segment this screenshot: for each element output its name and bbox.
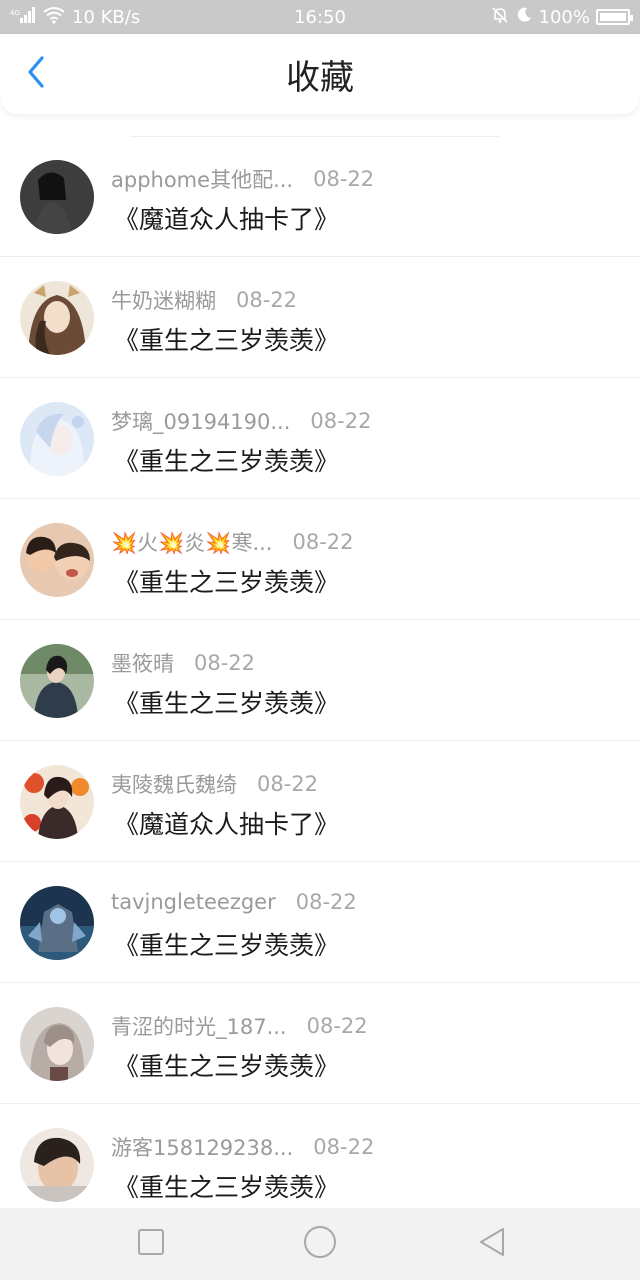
story-title[interactable]: 《重生之三岁羡羡》 (114, 442, 339, 478)
user-name[interactable]: 💥火💥炎💥寒... (111, 527, 272, 557)
triangle-back-icon (477, 1226, 507, 1262)
moon-icon (515, 6, 533, 29)
back-nav-button[interactable] (472, 1224, 512, 1264)
signal-icon: 4G (10, 6, 36, 29)
header: 收藏 (0, 34, 640, 114)
avatar[interactable] (20, 281, 94, 355)
avatar[interactable] (20, 1128, 94, 1202)
story-title[interactable]: 《魔道众人抽卡了》 (114, 805, 339, 841)
net-speed: 10 KB/s (72, 6, 141, 28)
page-title: 收藏 (286, 57, 354, 98)
story-title[interactable]: 《重生之三岁羡羡》 (114, 926, 339, 962)
story-title[interactable]: 《重生之三岁羡羡》 (114, 684, 339, 720)
user-name[interactable]: 游客158129238... (111, 1132, 293, 1162)
story-title[interactable]: 《魔道众人抽卡了》 (114, 200, 339, 236)
list-item[interactable]: 青涩的时光_187... 08-22 《重生之三岁羡羡》 (0, 983, 640, 1104)
home-button[interactable] (300, 1224, 340, 1264)
story-title[interactable]: 《重生之三岁羡羡》 (114, 1168, 339, 1204)
user-name[interactable]: apphome其他配... (111, 164, 293, 194)
list-item[interactable]: 牛奶迷糊糊 08-22 《重生之三岁羡羡》 (0, 257, 640, 378)
user-name[interactable]: 青涩的时光_187... (111, 1011, 287, 1041)
user-name[interactable]: 梦璃_09194190... (111, 406, 290, 436)
recent-apps-button[interactable] (131, 1224, 171, 1264)
list-item[interactable]: 梦璃_09194190... 08-22 《重生之三岁羡羡》 (0, 378, 640, 499)
circle-icon (302, 1224, 338, 1264)
svg-text:4G: 4G (10, 9, 20, 17)
user-name[interactable]: 牛奶迷糊糊 (111, 285, 216, 315)
date: 08-22 (257, 772, 319, 796)
bell-off-icon (491, 6, 509, 29)
date: 08-22 (292, 530, 354, 554)
favorites-list: apphome其他配... 08-22 《魔道众人抽卡了》 牛奶迷糊糊 08-2… (0, 136, 640, 1208)
story-title[interactable]: 《重生之三岁羡羡》 (114, 321, 339, 357)
story-title[interactable]: 《重生之三岁羡羡》 (114, 563, 339, 599)
avatar[interactable] (20, 160, 94, 234)
story-title[interactable]: 《重生之三岁羡羡》 (114, 1047, 339, 1083)
status-time: 16:50 (294, 6, 346, 28)
square-icon (137, 1228, 165, 1260)
date: 08-22 (236, 288, 298, 312)
user-name[interactable]: 墨筱晴 (111, 648, 174, 678)
list-item[interactable]: apphome其他配... 08-22 《魔道众人抽卡了》 (0, 136, 640, 257)
date: 08-22 (313, 1135, 375, 1159)
date: 08-22 (313, 167, 375, 191)
list-item[interactable]: 夷陵魏氏魏绮 08-22 《魔道众人抽卡了》 (0, 741, 640, 862)
list-item[interactable]: tavjngleteezger 08-22 《重生之三岁羡羡》 (0, 862, 640, 983)
wifi-icon (42, 6, 66, 29)
date: 08-22 (310, 409, 372, 433)
navigation-bar (0, 1208, 640, 1280)
avatar[interactable] (20, 1007, 94, 1081)
avatar[interactable] (20, 765, 94, 839)
date: 08-22 (306, 1014, 368, 1038)
list-item[interactable]: 墨筱晴 08-22 《重生之三岁羡羡》 (0, 620, 640, 741)
avatar[interactable] (20, 523, 94, 597)
status-bar: 4G 10 KB/s 16:50 100% (0, 0, 640, 34)
avatar[interactable] (20, 886, 94, 960)
user-name[interactable]: tavjngleteezger (111, 890, 276, 914)
user-name[interactable]: 夷陵魏氏魏绮 (111, 769, 237, 799)
battery-percent: 100% (538, 6, 590, 28)
date: 08-22 (295, 890, 357, 914)
list-item[interactable]: 游客158129238... 08-22 《重生之三岁羡羡》 (0, 1104, 640, 1208)
avatar[interactable] (20, 644, 94, 718)
list-item[interactable]: 💥火💥炎💥寒... 08-22 《重生之三岁羡羡》 (0, 499, 640, 620)
battery-icon (596, 9, 633, 25)
avatar[interactable] (20, 402, 94, 476)
date: 08-22 (194, 651, 256, 675)
